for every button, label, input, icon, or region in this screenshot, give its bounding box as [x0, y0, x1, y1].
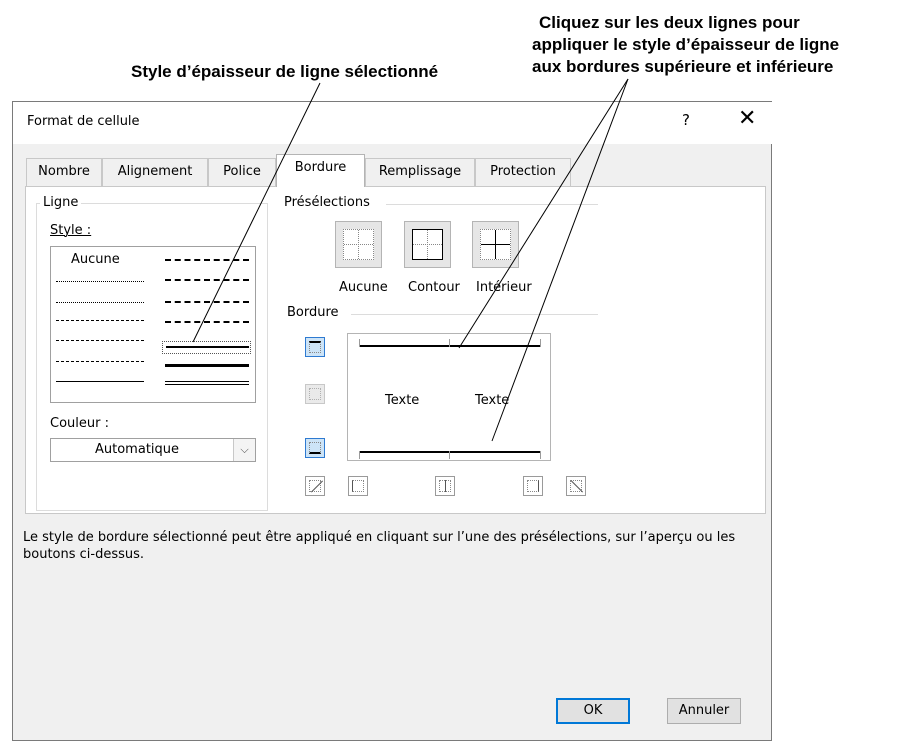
tab-police[interactable]: Police	[208, 158, 276, 186]
border-top-button[interactable]	[305, 337, 325, 357]
tab-alignement[interactable]: Alignement	[102, 158, 208, 186]
preview-text-left: Texte	[385, 393, 420, 408]
border-legend: Bordure	[287, 305, 342, 320]
preview-center-mark	[449, 451, 450, 459]
line-group-legend: Ligne	[40, 195, 82, 210]
line-style-none[interactable]: Aucune	[71, 252, 120, 267]
preview-center-mark	[449, 339, 450, 347]
line-style-medium-dashed[interactable]	[165, 321, 249, 323]
format-cells-dialog: Format de cellule ? ✕ Nombre Alignement …	[12, 101, 773, 741]
annotation-click-lines-2: appliquer le style d’épaisseur de ligne	[532, 35, 840, 54]
line-style-dashed[interactable]	[56, 361, 144, 362]
preset-inside-icon	[480, 229, 511, 260]
line-style-dotted[interactable]	[56, 302, 144, 303]
color-dropdown[interactable]: Automatique ⌵	[50, 438, 256, 462]
line-style-thick[interactable]	[165, 364, 249, 367]
preview-corner-mark	[359, 339, 360, 347]
preview-corner-mark	[540, 451, 541, 459]
tab-protection[interactable]: Protection	[475, 158, 571, 186]
preview-bottom-border-line[interactable]	[359, 451, 541, 453]
border-diagonal-up-button[interactable]	[305, 476, 325, 496]
help-button[interactable]: ?	[682, 111, 690, 129]
line-style-dash-dot-dot[interactable]	[56, 320, 144, 321]
preview-corner-mark	[540, 339, 541, 347]
preset-inside-label[interactable]: Intérieur	[476, 280, 532, 295]
line-style-dash-dot[interactable]	[56, 340, 144, 341]
preset-none-button[interactable]	[335, 221, 382, 268]
color-label: Couleur :	[50, 416, 109, 431]
preview-top-border-line[interactable]	[359, 345, 541, 347]
preset-none-label[interactable]: Aucune	[339, 280, 388, 295]
preset-inside-button[interactable]	[472, 221, 519, 268]
line-style-thin[interactable]	[56, 381, 144, 382]
line-style-list[interactable]: Aucune	[50, 246, 256, 403]
border-inside-horizontal-button[interactable]	[305, 384, 325, 404]
cancel-button[interactable]: Annuler	[667, 698, 741, 724]
title-bar: Format de cellule ? ✕	[13, 102, 773, 144]
line-style-double[interactable]	[165, 381, 249, 385]
border-inside-vertical-button[interactable]	[435, 476, 455, 496]
preset-none-icon	[343, 229, 374, 260]
preset-outline-label[interactable]: Contour	[408, 280, 460, 295]
border-left-button[interactable]	[348, 476, 368, 496]
preview-corner-mark	[359, 451, 360, 459]
style-label: Style :	[50, 223, 92, 238]
ok-button[interactable]: OK	[556, 698, 630, 724]
description-text: Le style de bordure sélectionné peut êtr…	[23, 530, 736, 562]
chevron-down-icon[interactable]: ⌵	[233, 439, 255, 461]
border-bottom-button[interactable]	[305, 438, 325, 458]
preset-outline-icon	[412, 229, 443, 260]
tab-bordure[interactable]: Bordure	[276, 154, 365, 187]
annotation-click-lines-3: aux bordures supérieure et inférieure	[532, 57, 834, 76]
preset-outline-button[interactable]	[404, 221, 451, 268]
border-right-button[interactable]	[523, 476, 543, 496]
dialog-title: Format de cellule	[27, 114, 140, 129]
border-tab-panel: Ligne Style : Aucune Couleur : Automatiq…	[25, 186, 766, 514]
line-style-slanted-dash-dot[interactable]	[165, 279, 249, 281]
presets-legend: Présélections	[284, 195, 373, 210]
presets-separator	[386, 204, 598, 205]
line-style-hair[interactable]	[56, 281, 144, 282]
border-diagonal-down-button[interactable]	[566, 476, 586, 496]
preview-text-right: Texte	[475, 393, 510, 408]
line-style-medium-dash-dot[interactable]	[165, 301, 249, 303]
close-icon[interactable]: ✕	[738, 107, 756, 131]
border-preview[interactable]: Texte Texte	[347, 333, 551, 461]
tab-nombre[interactable]: Nombre	[26, 158, 102, 186]
line-style-medium-selected[interactable]	[166, 346, 249, 348]
line-style-medium-dash-dot-dot[interactable]	[165, 259, 249, 261]
tab-remplissage[interactable]: Remplissage	[365, 158, 475, 186]
annotation-click-lines-1: Cliquez sur les deux lignes pour	[539, 13, 800, 32]
annotation-selected-style: Style d’épaisseur de ligne sélectionné	[131, 62, 439, 81]
color-dropdown-value: Automatique	[95, 442, 180, 457]
border-separator	[351, 314, 598, 315]
